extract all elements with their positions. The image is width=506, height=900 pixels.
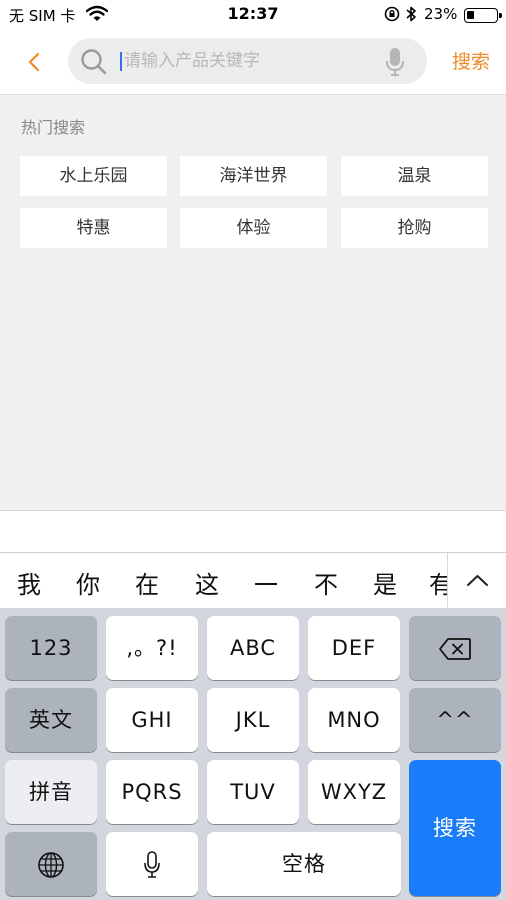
orientation-lock-icon bbox=[384, 6, 400, 26]
candidate-word[interactable]: 是 bbox=[365, 565, 405, 600]
back-button[interactable] bbox=[20, 46, 50, 78]
key-punctuation[interactable]: ,。?! bbox=[106, 616, 198, 680]
bluetooth-icon bbox=[405, 5, 417, 27]
globe-icon bbox=[38, 852, 64, 878]
status-bar: 无 SIM 卡 12:37 23% bbox=[0, 0, 506, 30]
hot-tag[interactable]: 抢购 bbox=[341, 208, 488, 248]
hot-tag[interactable]: 水上乐园 bbox=[20, 156, 167, 196]
microphone-icon bbox=[144, 851, 160, 878]
key-pinyin[interactable]: 拼音 bbox=[5, 760, 97, 824]
search-box[interactable] bbox=[68, 38, 427, 84]
hot-search-title: 热门搜索 bbox=[21, 118, 86, 137]
candidate-word[interactable]: 你 bbox=[68, 565, 108, 600]
search-input[interactable] bbox=[124, 48, 374, 74]
globe-button[interactable] bbox=[5, 832, 97, 896]
expand-candidates-button[interactable] bbox=[447, 553, 506, 608]
chevron-left-icon bbox=[28, 52, 40, 72]
text-cursor bbox=[120, 52, 122, 71]
key-pqrs[interactable]: PQRS bbox=[106, 760, 198, 824]
hot-tag[interactable]: 体验 bbox=[180, 208, 327, 248]
key-jkl[interactable]: JKL bbox=[207, 688, 299, 752]
hot-tag[interactable]: 海洋世界 bbox=[180, 156, 327, 196]
keyboard: 123 ,。?! ABC DEF 英文 GHI JKL MNO ^^ 拼音 PQ… bbox=[0, 608, 506, 900]
key-abc[interactable]: ABC bbox=[207, 616, 299, 680]
key-mno[interactable]: MNO bbox=[308, 688, 400, 752]
key-tuv[interactable]: TUV bbox=[207, 760, 299, 824]
microphone-icon[interactable] bbox=[384, 47, 406, 81]
keyboard-accessory-bar bbox=[0, 510, 506, 552]
search-header: 搜索 bbox=[0, 30, 506, 95]
battery-icon bbox=[464, 8, 502, 23]
battery-percent: 23% bbox=[424, 5, 458, 23]
chevron-up-icon bbox=[467, 575, 488, 586]
hot-tag[interactable]: 温泉 bbox=[341, 156, 488, 196]
candidate-word[interactable]: 一 bbox=[246, 565, 286, 600]
delete-button[interactable] bbox=[409, 616, 501, 680]
key-english[interactable]: 英文 bbox=[5, 688, 97, 752]
key-emoticon[interactable]: ^^ bbox=[409, 688, 501, 752]
backspace-icon bbox=[439, 638, 471, 660]
key-123[interactable]: 123 bbox=[5, 616, 97, 680]
candidate-bar: 我 你 在 这 一 不 是 有 bbox=[0, 552, 506, 608]
dictation-button[interactable] bbox=[106, 832, 198, 896]
candidate-word[interactable]: 我 bbox=[9, 565, 49, 600]
space-key[interactable]: 空格 bbox=[207, 832, 401, 896]
candidate-word[interactable]: 不 bbox=[306, 565, 346, 600]
candidate-word[interactable]: 在 bbox=[127, 565, 167, 600]
key-ghi[interactable]: GHI bbox=[106, 688, 198, 752]
candidate-word[interactable]: 这 bbox=[187, 565, 227, 600]
keyboard-search-button[interactable]: 搜索 bbox=[409, 760, 501, 896]
key-wxyz[interactable]: WXYZ bbox=[308, 760, 400, 824]
key-def[interactable]: DEF bbox=[308, 616, 400, 680]
search-icon bbox=[80, 48, 108, 80]
search-button[interactable]: 搜索 bbox=[452, 47, 490, 74]
hot-tag[interactable]: 特惠 bbox=[20, 208, 167, 248]
